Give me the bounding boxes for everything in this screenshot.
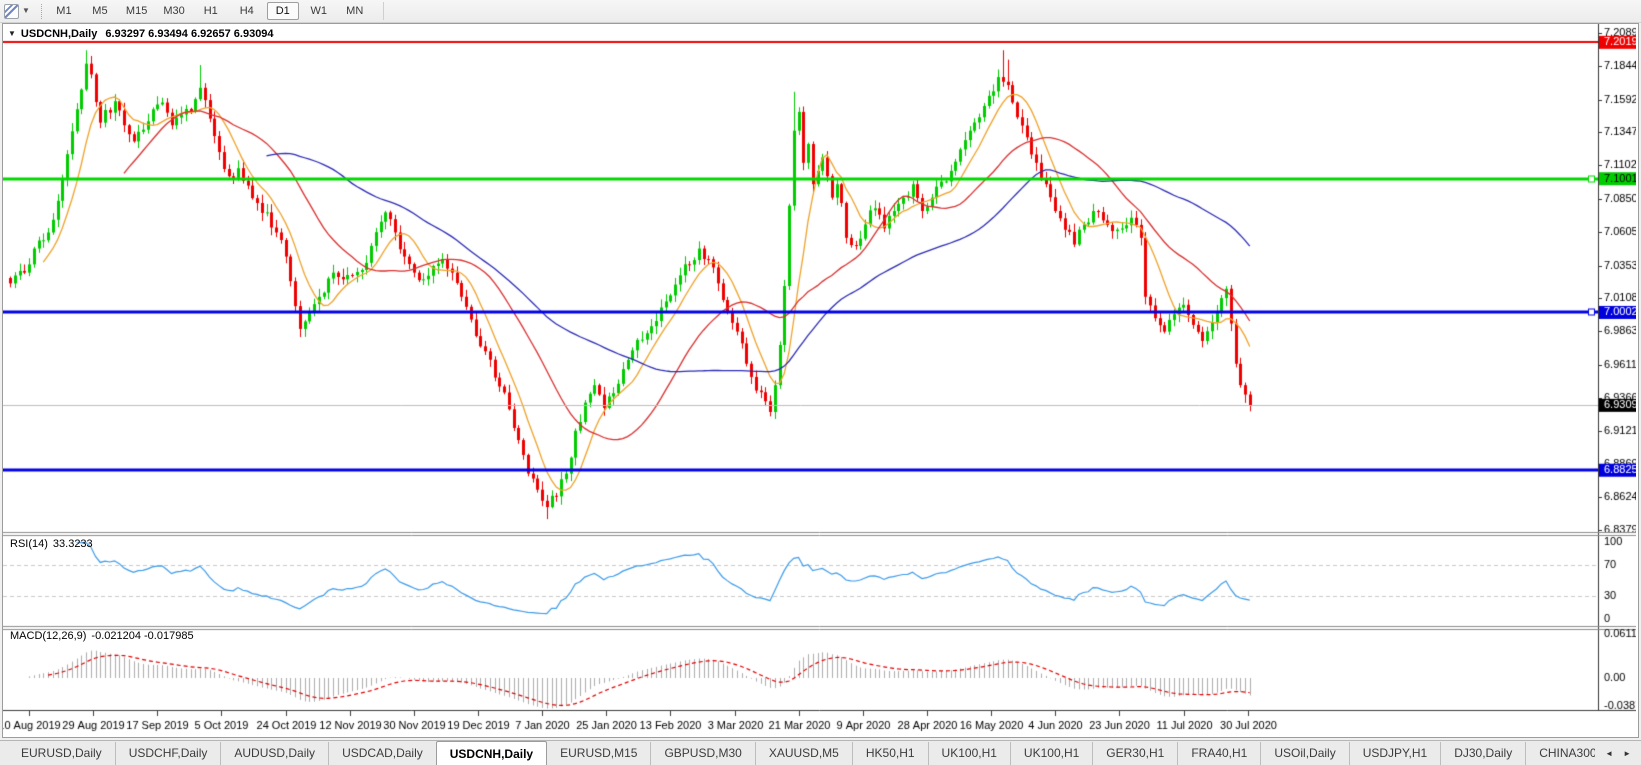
chart-window: ▼ USDCNH,Daily 6.93297 6.93494 6.92657 6…	[2, 23, 1639, 738]
chart-title: ▼ USDCNH,Daily 6.93297 6.93494 6.92657 6…	[8, 27, 278, 40]
chart-tab-usoil-daily[interactable]: USOil,Daily	[1260, 742, 1348, 765]
chart-tab-uk100-h1[interactable]: UK100,H1	[1010, 742, 1092, 765]
chart-tab-eurusd-m15[interactable]: EURUSD,M15	[547, 742, 650, 765]
chart-tab-xauusd-m5[interactable]: XAUUSD,M5	[755, 742, 852, 765]
chart-tab-eurusd-daily[interactable]: EURUSD,Daily	[8, 742, 115, 765]
chart-tab-ger30-h1[interactable]: GER30,H1	[1092, 742, 1177, 765]
tab-scroll-buttons: ◄ ►	[1595, 741, 1641, 765]
chart-canvas[interactable]	[3, 24, 1636, 735]
rsi-value: 33.3233	[53, 538, 93, 550]
chart-tab-usdchf-daily[interactable]: USDCHF,Daily	[115, 742, 221, 765]
tab-scroll-right-icon[interactable]: ►	[1623, 742, 1631, 765]
timeframe-button-m5[interactable]: M5	[84, 2, 116, 20]
timeframe-button-group: M1M5M15M30 H1H4D1W1MN	[48, 0, 375, 22]
toolbar-end-separator	[383, 2, 384, 20]
chart-tab-usdcnh-daily[interactable]: USDCNH,Daily	[436, 741, 547, 765]
tab-scroll-left-icon[interactable]: ◄	[1605, 742, 1613, 765]
macd-indicator-label: MACD(12,26,9) -0.021204 -0.017985	[10, 630, 194, 642]
chart-tab-usdjpy-h1[interactable]: USDJPY,H1	[1349, 742, 1440, 765]
timeframe-button-h4[interactable]: H4	[231, 2, 263, 20]
chart-tab-fra40-h1[interactable]: FRA40,H1	[1177, 742, 1260, 765]
toolbar-separator	[41, 4, 42, 19]
chart-tab-uk100-h1[interactable]: UK100,H1	[928, 742, 1010, 765]
chart-tabs: EURUSD,DailyUSDCHF,DailyAUDUSD,DailyUSDC…	[0, 741, 1595, 765]
chart-tab-dj30-daily[interactable]: DJ30,Daily	[1440, 742, 1525, 765]
chart-tab-china300-h4[interactable]: CHINA300,H4	[1525, 742, 1595, 765]
chart-dropdown-icon[interactable]: ▼	[8, 29, 16, 38]
toolbar-dropdown-caret-icon[interactable]: ▼	[22, 0, 30, 22]
chart-tab-gbpusd-m30[interactable]: GBPUSD,M30	[650, 742, 754, 765]
macd-name: MACD(12,26,9)	[10, 630, 86, 642]
chart-tab-bar: EURUSD,DailyUSDCHF,DailyAUDUSD,DailyUSDC…	[0, 740, 1641, 765]
chart-tab-usdcad-daily[interactable]: USDCAD,Daily	[328, 742, 436, 765]
timeframe-button-mn[interactable]: MN	[339, 2, 371, 20]
top-toolbar: ▼ M1M5M15M30 H1H4D1W1MN	[0, 0, 1641, 23]
timeframe-button-m15[interactable]: M15	[120, 2, 153, 20]
timeframe-button-m30[interactable]: M30	[157, 2, 190, 20]
timeframe-button-d1[interactable]: D1	[267, 2, 299, 20]
chart-tab-audusd-daily[interactable]: AUDUSD,Daily	[220, 742, 328, 765]
timeframe-button-w1[interactable]: W1	[303, 2, 335, 20]
chart-tools-icon[interactable]	[4, 4, 19, 19]
timeframe-button-h1[interactable]: H1	[195, 2, 227, 20]
macd-values: -0.021204 -0.017985	[91, 630, 193, 642]
chart-symbol: USDCNH,Daily	[21, 28, 97, 40]
chart-ohlc-values: 6.93297 6.93494 6.92657 6.93094	[105, 28, 273, 40]
rsi-name: RSI(14)	[10, 538, 48, 550]
timeframe-button-m1[interactable]: M1	[48, 2, 80, 20]
chart-tab-hk50-h1[interactable]: HK50,H1	[852, 742, 928, 765]
rsi-indicator-label: RSI(14) 33.3233	[10, 538, 93, 550]
